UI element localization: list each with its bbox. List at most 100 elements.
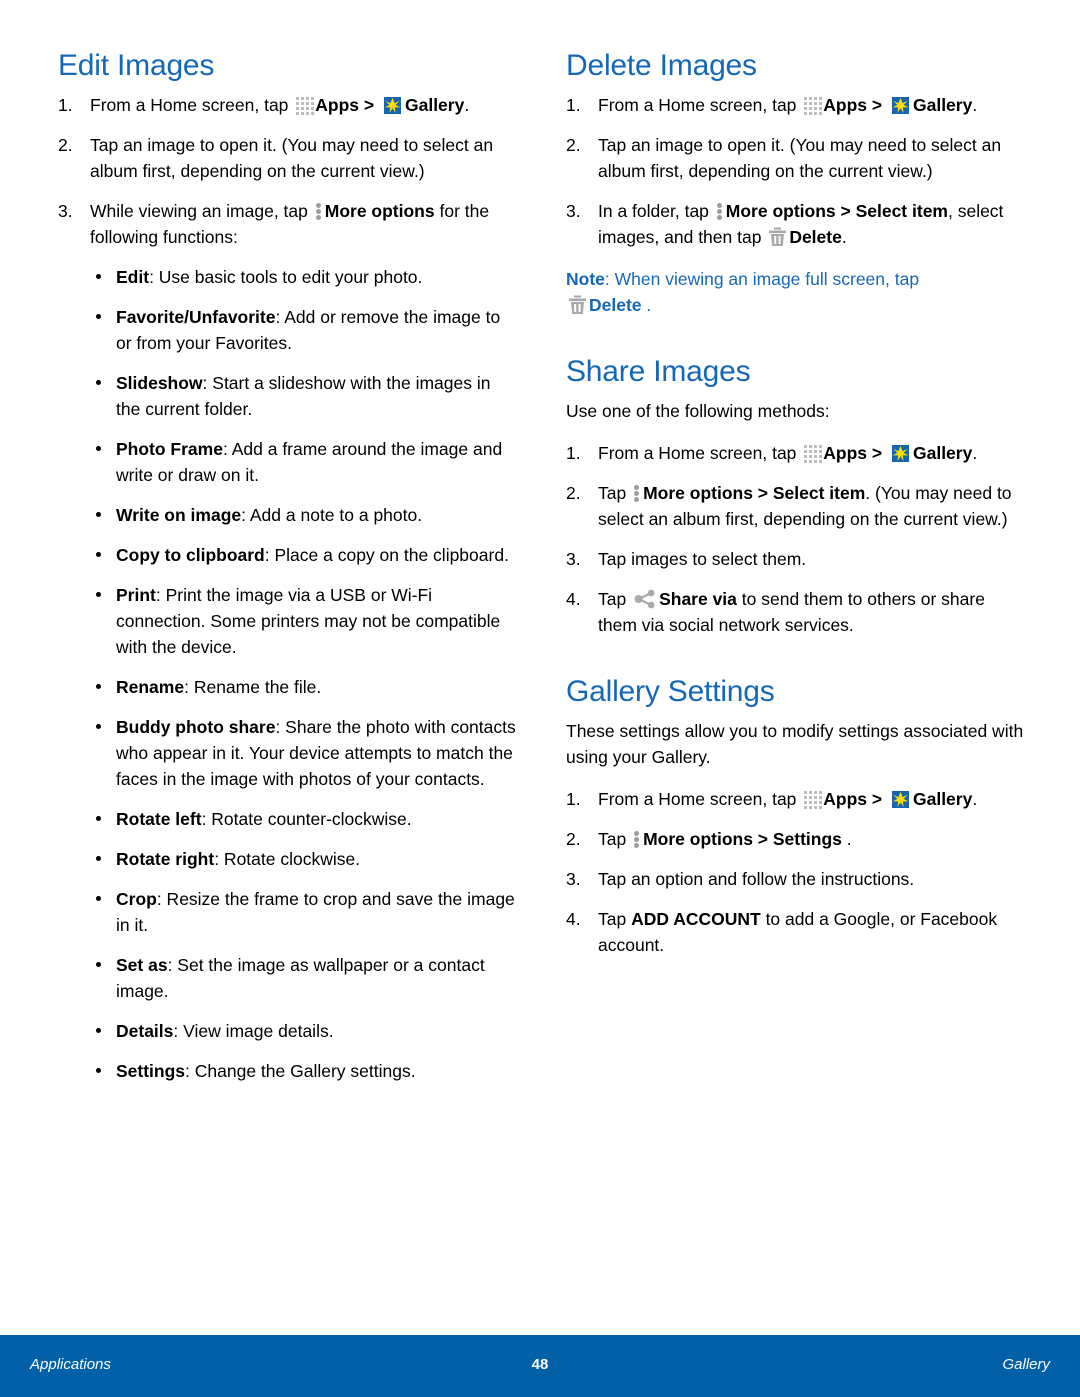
step-item: 2. Tap More options > Settings . [566,826,1026,852]
list-item: Set as: Set the image as wallpaper or a … [94,952,518,1004]
step-item: 1. From a Home screen, tap Apps > Gallery… [58,92,518,118]
step-text: Tap [598,483,632,503]
step-separator: > [359,95,379,115]
bullet-term: Edit [116,267,150,287]
apps-label: Apps [823,789,868,809]
gallery-label: Gallery [912,789,973,809]
bullet-dot [96,446,101,451]
note-period: . [641,295,652,315]
gallery-label: Gallery [404,95,465,115]
apps-grid-icon [803,95,823,115]
step-text: From a Home screen, tap [90,95,294,115]
step-text-tail: . [841,829,852,849]
more-options-settings-label: More options > Settings [643,829,842,849]
bullet-dot [96,592,101,597]
list-item: Favorite/Unfavorite: Add or remove the i… [94,304,518,356]
bullet-term: Slideshow [116,373,203,393]
step-text: Tap an image to open it. (You may need t… [90,135,494,181]
bullet-term: Favorite/Unfavorite [116,307,276,327]
apps-grid-icon [803,789,823,809]
bullet-term: Set as [116,955,168,975]
gallery-icon [889,789,911,810]
list-item: Write on image: Add a note to a photo. [94,502,518,528]
more-options-icon [716,202,724,221]
bullet-desc: : Set the image as wallpaper or a contac… [116,955,485,1001]
step-text: Tap [598,829,632,849]
step-text: While viewing an image, tap [90,201,313,221]
bullet-desc: : Place a copy on the clipboard. [264,545,509,565]
bullet-desc: : Add a note to a photo. [241,505,423,525]
apps-label: Apps [823,443,868,463]
list-item: Photo Frame: Add a frame around the imag… [94,436,518,488]
right-column: Delete Images 1. From a Home screen, tap … [566,46,1026,972]
bullet-term: Details [116,1021,174,1041]
step-period: . [841,227,847,247]
section-title-share-images: Share Images [566,355,751,388]
bullet-desc: : Print the image via a USB or Wi-Fi con… [116,585,501,657]
step-number: 1. [566,789,581,809]
step-text: Tap [598,589,632,609]
note-text: : When viewing an image full screen, tap [604,269,920,289]
apps-grid-icon [803,443,823,463]
more-options-select-item-label: More options > Select item [725,201,948,221]
step-item: 3. While viewing an image, tap More optio… [58,198,518,250]
step-item: 2. Tap an image to open it. (You may need… [566,132,1026,184]
bullet-desc: : Change the Gallery settings. [185,1061,416,1081]
delete-label: Delete [589,295,642,315]
bullet-dot [96,896,101,901]
share-via-label: Share via [659,589,737,609]
share-via-icon [634,589,656,609]
step-item: 1. From a Home screen, tap Apps > Gallery… [566,786,1026,812]
bullet-desc: : Rotate counter-clockwise. [201,809,412,829]
bullet-dot [96,684,101,689]
list-item: Rename: Rename the file. [94,674,518,700]
list-item: Buddy photo share: Share the photo with … [94,714,518,792]
bullet-dot [96,1068,101,1073]
section-title-gallery-settings: Gallery Settings [566,675,775,708]
step-item: 3. In a folder, tap More options > Select… [566,198,1026,250]
step-item: 3. Tap images to select them. [566,546,1026,572]
bullet-dot [96,856,101,861]
step-number: 4. [566,589,581,609]
page-footer: Applications 48 Gallery [0,1335,1080,1397]
bullet-desc: : Rotate clockwise. [214,849,361,869]
list-item: Settings: Change the Gallery settings. [94,1058,518,1084]
step-number: 1. [566,443,581,463]
bullet-dot [96,552,101,557]
list-item: Rotate right: Rotate clockwise. [94,846,518,872]
step-item: 1. From a Home screen, tap Apps > Gallery… [566,440,1026,466]
add-account-label: ADD ACCOUNT [631,909,761,929]
apps-label: Apps [823,95,868,115]
more-options-icon [633,830,641,849]
step-number: 2. [58,135,73,155]
step-text: Tap [598,909,632,929]
step-period: . [972,95,978,115]
list-item: Edit: Use basic tools to edit your photo… [94,264,518,290]
step-number: 1. [58,95,73,115]
gallery-icon [889,95,911,116]
bullet-dot [96,274,101,279]
bullet-desc: : View image details. [173,1021,334,1041]
bullet-term: Copy to clipboard [116,545,265,565]
gallery-label: Gallery [912,443,973,463]
left-column: Edit Images 1. From a Home screen, tap Ap… [58,46,518,1098]
delete-trash-icon [768,227,787,247]
step-period: . [972,789,978,809]
list-item: Print: Print the image via a USB or Wi-F… [94,582,518,660]
more-options-select-item-label: More options > Select item [643,483,866,503]
bullet-term: Rotate right [116,849,215,869]
bullet-term: Photo Frame [116,439,223,459]
delete-trash-icon [568,295,587,315]
bullet-term: Crop [116,889,157,909]
step-text: In a folder, tap [598,201,714,221]
step-item: 4. Tap ADD ACCOUNT to add a Google, or Fa… [566,906,1026,958]
step-text: From a Home screen, tap [598,443,802,463]
bullet-dot [96,1028,101,1033]
step-item: 2. Tap an image to open it. (You may need… [58,132,518,184]
step-number: 3. [566,201,581,221]
step-separator: > [867,443,887,463]
bullet-dot [96,962,101,967]
page-number: 48 [531,1356,549,1373]
footer-topic-label: Gallery [1002,1356,1050,1373]
page-title-edit-images: Edit Images [58,49,215,82]
